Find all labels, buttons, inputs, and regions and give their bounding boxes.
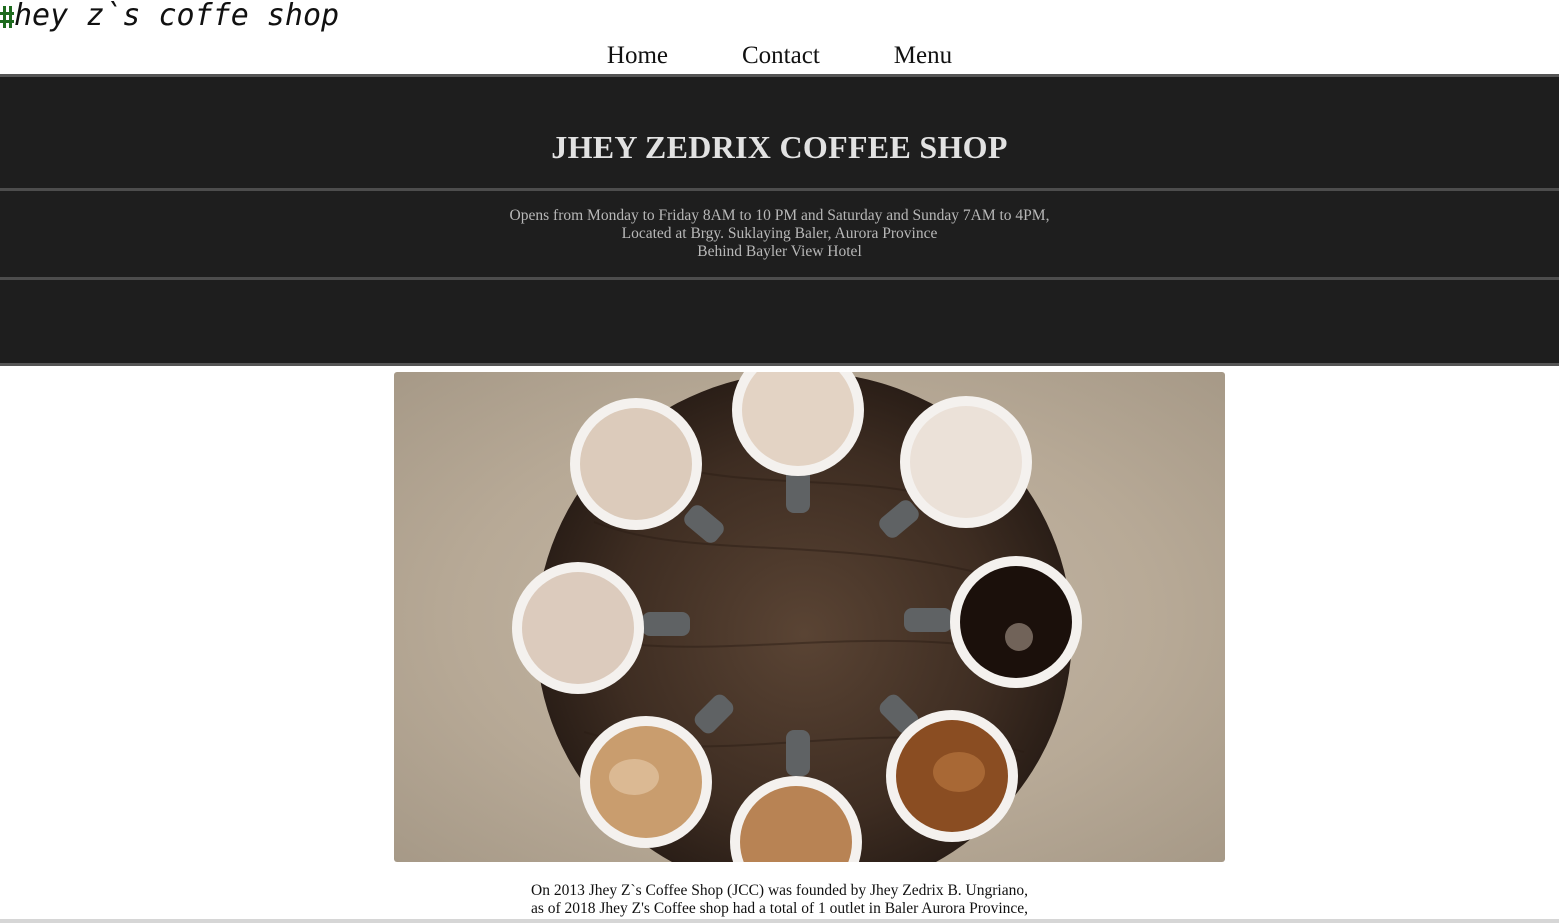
hash-icon	[0, 6, 14, 28]
coffee-cups-illustration	[512, 372, 1082, 862]
hours-line: Opens from Monday to Friday 8AM to 10 PM…	[509, 207, 1050, 224]
hero-title: JHEY ZEDRIX COFFEE SHOP	[551, 129, 1008, 165]
nav-menu-link[interactable]: Menu	[894, 42, 952, 70]
nav-contact-link[interactable]: Contact	[742, 42, 820, 70]
site-title: hey z`s coffe shop	[0, 0, 339, 34]
hero-divider-bottom	[0, 277, 1559, 280]
about-text: On 2013 Jhey Z`s Coffee Shop (JCC) was f…	[0, 882, 1559, 918]
hero-divider-top	[0, 188, 1559, 191]
about-line: as of 2018 Jhey Z's Coffee shop had a to…	[530, 900, 1029, 917]
main-nav: Home Contact Menu	[0, 38, 1559, 74]
nav-home-link[interactable]: Home	[607, 42, 668, 70]
site-title-text: hey z`s coffe shop	[14, 0, 340, 33]
landmark-line: Behind Bayler View Hotel	[697, 243, 862, 260]
coffee-cups-photo	[394, 372, 1225, 862]
hero-banner: JHEY ZEDRIX COFFEE SHOP Opens from Monda…	[0, 74, 1559, 366]
about-line: On 2013 Jhey Z`s Coffee Shop (JCC) was f…	[531, 882, 1028, 899]
location-line: Located at Brgy. Suklaying Baler, Aurora…	[621, 225, 938, 242]
bottom-scroll-edge	[0, 919, 1559, 923]
hero-hours-info: Opens from Monday to Friday 8AM to 10 PM…	[0, 207, 1559, 261]
